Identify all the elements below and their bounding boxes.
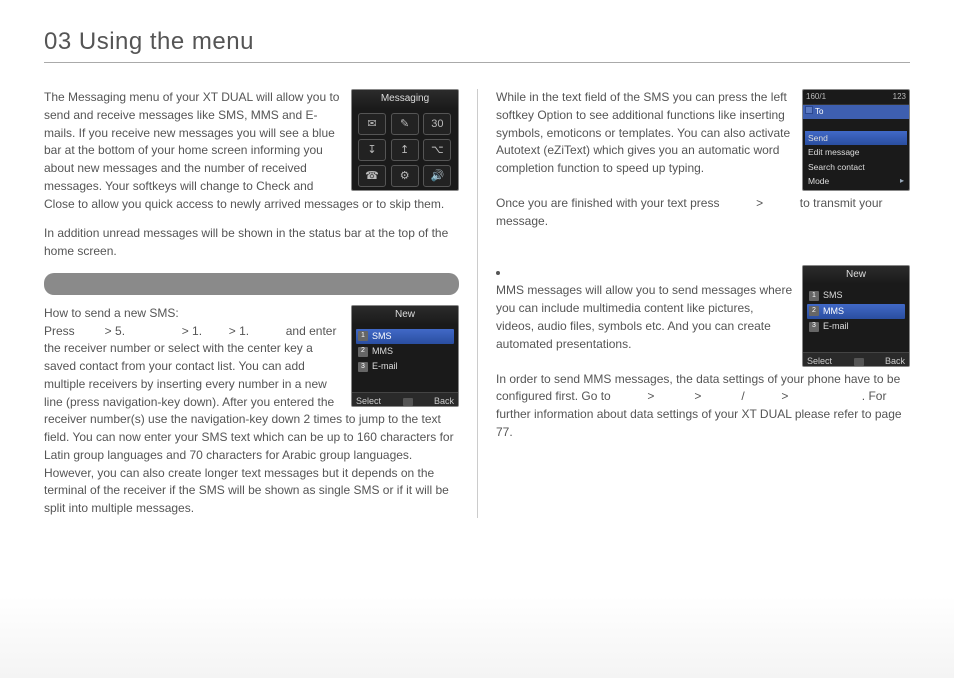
list-item: 3 E-mail bbox=[807, 319, 905, 334]
page-title: 03 Using the menu bbox=[44, 28, 910, 56]
msg-icon: ↧ bbox=[358, 139, 386, 161]
char-counter: 160/1 bbox=[806, 91, 826, 103]
to-field: To bbox=[803, 105, 909, 119]
menu-item: Send bbox=[805, 131, 907, 146]
list-num: 1 bbox=[358, 331, 368, 341]
new-list: 1 SMS 2 MMS 3 E-mail bbox=[352, 325, 458, 393]
list-label: MMS bbox=[372, 345, 393, 358]
to-label: To bbox=[815, 106, 823, 118]
list-label: E-mail bbox=[372, 360, 398, 373]
list-item: 1 SMS bbox=[807, 288, 905, 303]
screenshot-softkeys: Select Back bbox=[803, 352, 909, 366]
menu-label: Mode bbox=[808, 176, 829, 186]
input-mode: 123 bbox=[893, 91, 906, 103]
list-num: 2 bbox=[809, 306, 819, 316]
msg-icon: ⚙ bbox=[391, 165, 419, 187]
left-column: Messaging ✉ ✎ 30 ↧ ↥ ⌥ ☎ ⚙ 🔊 Select bbox=[44, 89, 477, 518]
msg-icon: 🔊 bbox=[423, 165, 451, 187]
text-body-area bbox=[803, 119, 909, 131]
msg-icon: ↥ bbox=[391, 139, 419, 161]
mms-block: New 1 SMS 2 MMS 3 E-mail bbox=[496, 265, 910, 371]
screenshot-title: Messaging bbox=[352, 90, 458, 109]
list-label: MMS bbox=[823, 305, 844, 318]
softkey-left: Select bbox=[807, 355, 832, 366]
sms-block: New 1 SMS 2 MMS 3 E-mail bbox=[44, 305, 459, 518]
softkey-left: Select bbox=[356, 395, 381, 406]
unread-paragraph: In addition unread messages will be show… bbox=[44, 225, 459, 261]
softkey-right: Back bbox=[885, 355, 905, 366]
list-item: 2 MMS bbox=[356, 344, 454, 359]
menu-item: Mode ▸ bbox=[805, 174, 907, 189]
menu-item: Delivery report▸ bbox=[805, 189, 907, 191]
finished-paragraph: Once you are finished with your text pre… bbox=[496, 195, 910, 231]
spacer bbox=[496, 243, 910, 265]
options-menu: Send Edit message Search contact Mode ▸ D… bbox=[803, 131, 909, 191]
list-label: E-mail bbox=[823, 320, 849, 333]
msg-icon: ☎ bbox=[358, 165, 386, 187]
list-num: 1 bbox=[809, 291, 819, 301]
new-list: 1 SMS 2 MMS 3 E-mail bbox=[803, 284, 909, 352]
screenshot-text-options: 160/1 123 To Send Edit message Search co… bbox=[802, 89, 910, 191]
msg-icon: ✎ bbox=[391, 113, 419, 135]
list-label: SMS bbox=[372, 330, 392, 343]
screenshot-title: New bbox=[352, 306, 458, 325]
screenshot-messaging: Messaging ✉ ✎ 30 ↧ ↥ ⌥ ☎ ⚙ 🔊 Select bbox=[351, 89, 459, 191]
list-num: 3 bbox=[358, 362, 368, 372]
messaging-icon-grid: ✉ ✎ 30 ↧ ↥ ⌥ ☎ ⚙ 🔊 bbox=[352, 109, 458, 191]
header-rule bbox=[44, 62, 910, 63]
softkey-center-icon bbox=[403, 398, 413, 406]
msg-icon: 30 bbox=[423, 113, 451, 135]
section-bar-sms bbox=[44, 273, 459, 295]
list-num: 3 bbox=[809, 322, 819, 332]
submenu-arrow-icon: ▸ bbox=[900, 190, 904, 191]
to-box-icon bbox=[805, 106, 813, 114]
menu-item: Search contact bbox=[805, 160, 907, 175]
msg-icon: ✉ bbox=[358, 113, 386, 135]
screenshot-new-mms: New 1 SMS 2 MMS 3 E-mail bbox=[802, 265, 910, 367]
softkey-right: Back bbox=[434, 395, 454, 406]
menu-item: Edit message bbox=[805, 145, 907, 160]
right-column: 160/1 123 To Send Edit message Search co… bbox=[477, 89, 910, 518]
screenshot-title: New bbox=[803, 266, 909, 285]
list-label: SMS bbox=[823, 289, 843, 302]
intro-block: Messaging ✉ ✎ 30 ↧ ↥ ⌥ ☎ ⚙ 🔊 Select bbox=[44, 89, 459, 225]
softkey-center-icon bbox=[854, 358, 864, 366]
msg-icon: ⌥ bbox=[423, 139, 451, 161]
two-column-layout: Messaging ✉ ✎ 30 ↧ ↥ ⌥ ☎ ⚙ 🔊 Select bbox=[44, 89, 910, 518]
list-item: 2 MMS bbox=[807, 304, 905, 319]
page: 03 Using the menu Messaging ✉ ✎ 30 ↧ ↥ ⌥… bbox=[0, 0, 954, 678]
submenu-arrow-icon: ▸ bbox=[900, 175, 904, 187]
text-status-bar: 160/1 123 bbox=[803, 90, 909, 105]
textfield-block: 160/1 123 To Send Edit message Search co… bbox=[496, 89, 910, 195]
list-item: 1 SMS bbox=[356, 329, 454, 344]
list-num: 2 bbox=[358, 347, 368, 357]
mms-settings-paragraph: In order to send MMS messages, the data … bbox=[496, 371, 910, 442]
screenshot-softkeys: Select Back bbox=[352, 392, 458, 406]
screenshot-new-sms: New 1 SMS 2 MMS 3 E-mail bbox=[351, 305, 459, 407]
bullet-icon bbox=[496, 271, 500, 275]
list-item: 3 E-mail bbox=[356, 359, 454, 374]
